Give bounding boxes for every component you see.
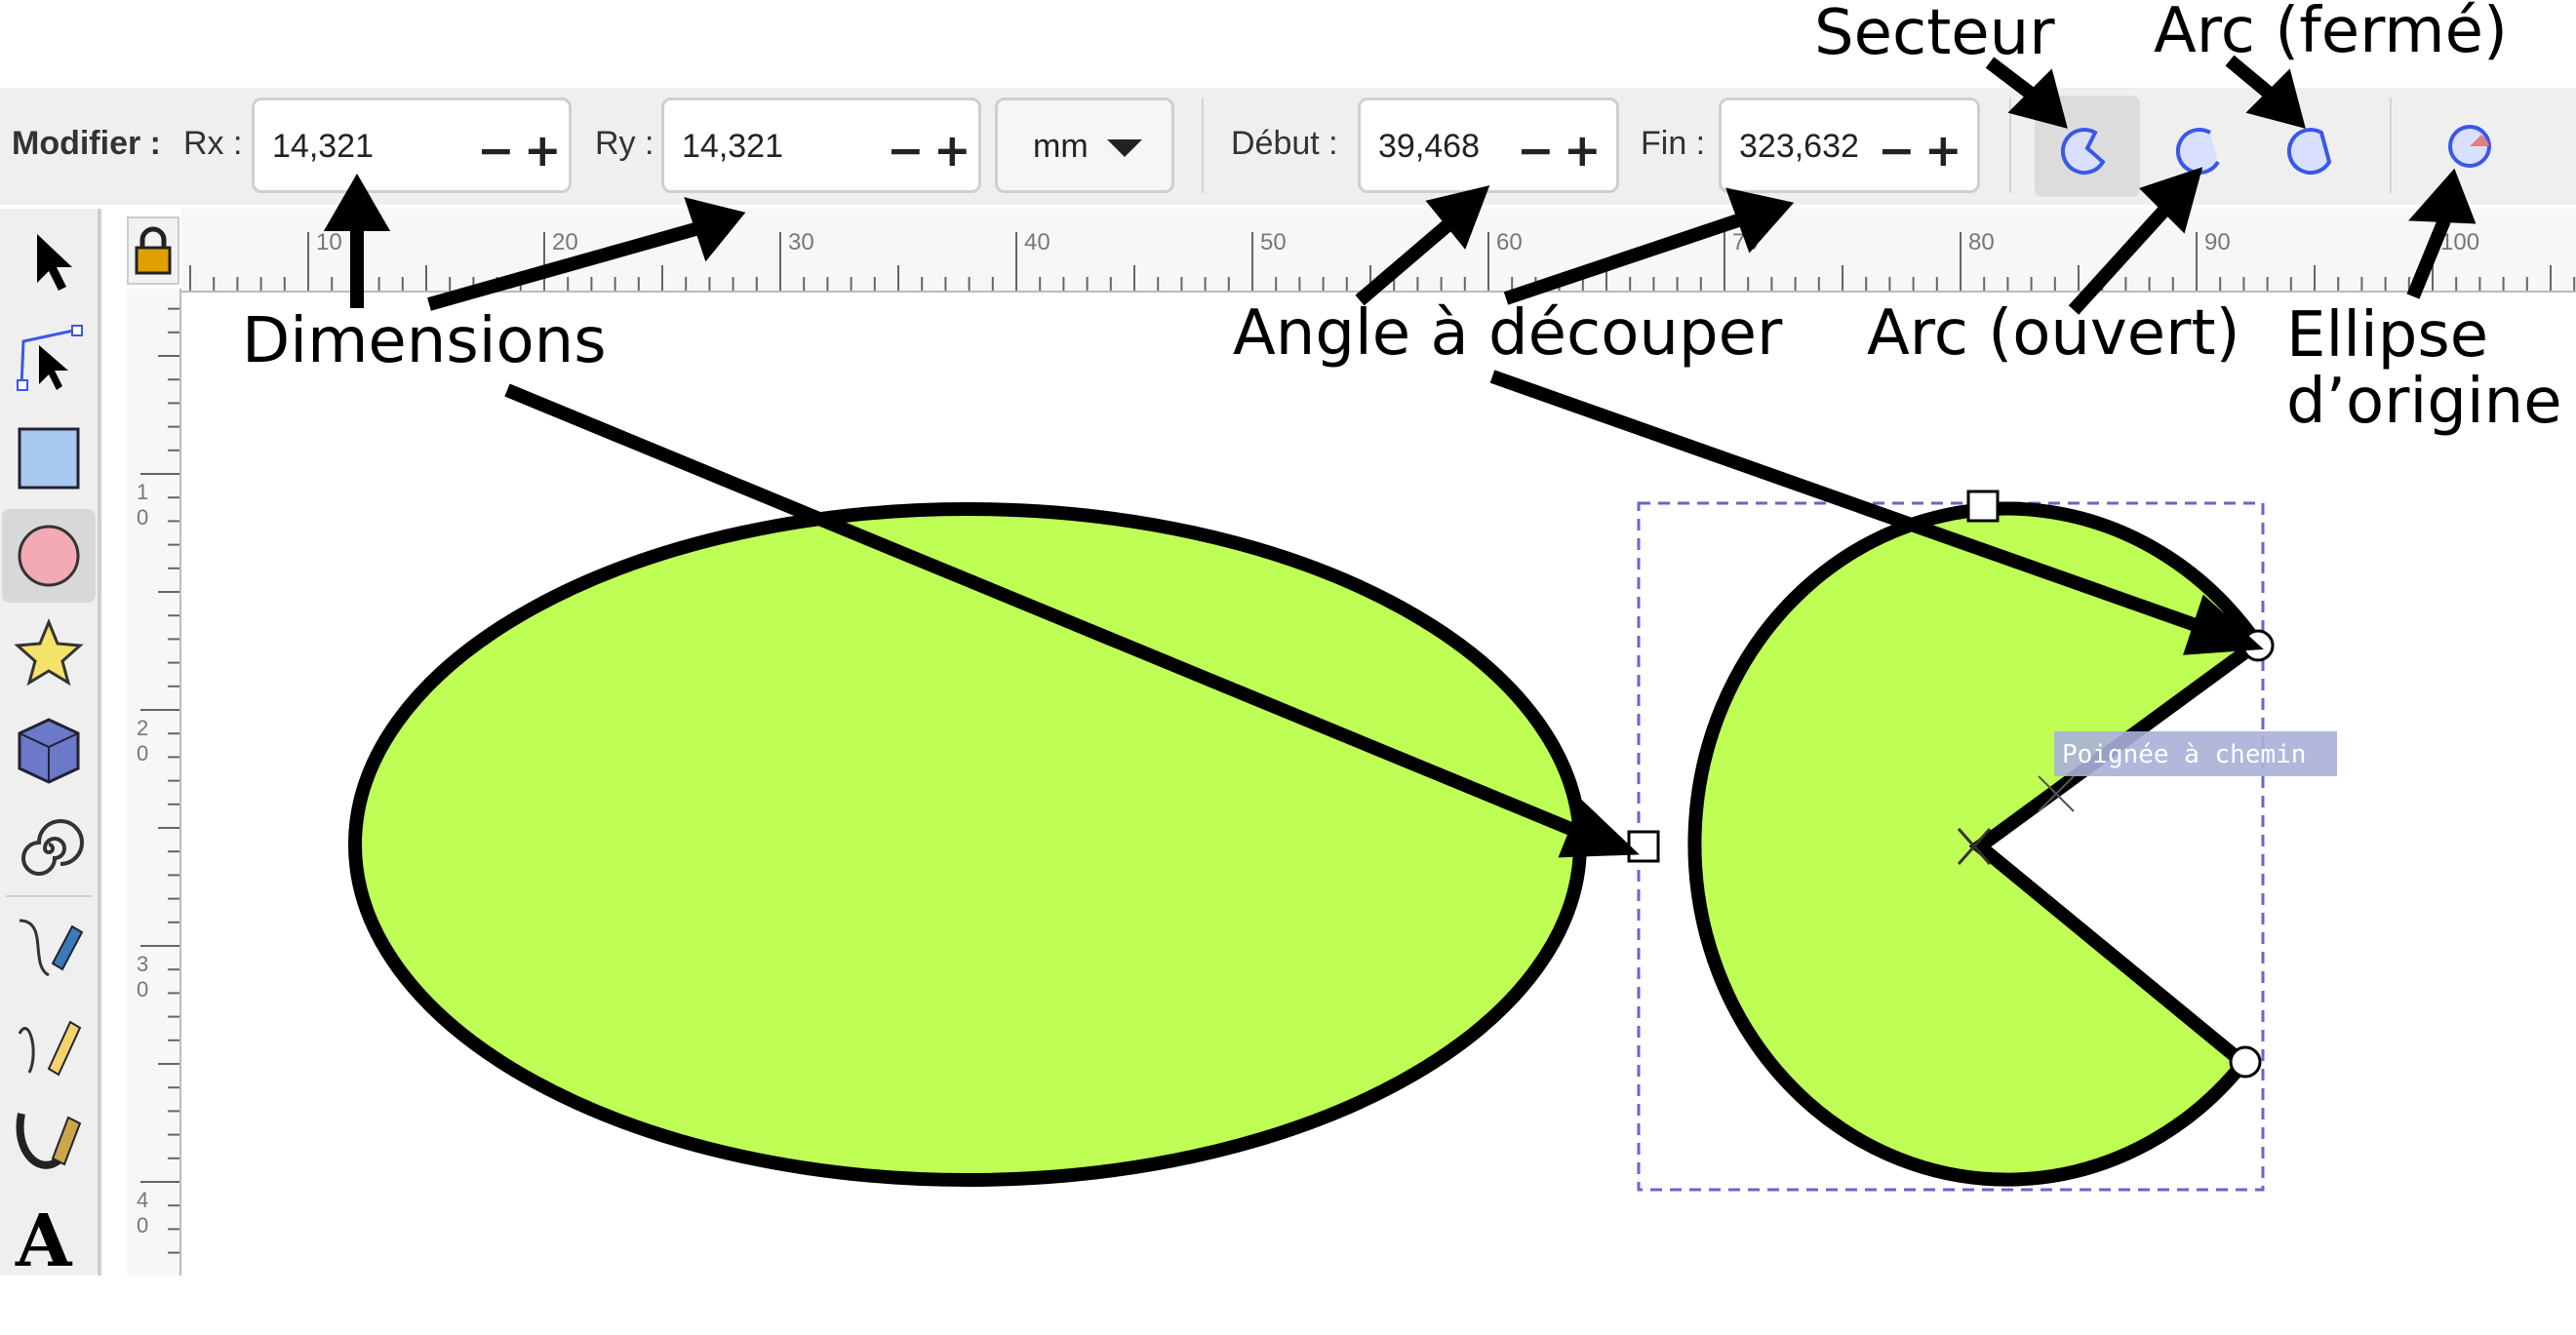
text-icon: A xyxy=(15,1199,73,1283)
box3d-icon xyxy=(18,718,80,784)
rect-icon xyxy=(18,427,80,490)
annotation-ellipse-1: Ellipse xyxy=(2286,299,2489,372)
tool-pen[interactable] xyxy=(10,907,88,985)
pencil-icon xyxy=(18,1020,82,1077)
pen-icon xyxy=(19,919,84,977)
tool-selector[interactable] xyxy=(10,222,88,300)
inkscape-window: Modifier : Rx : 14,321 − + Ry : 14,321 −… xyxy=(0,0,2576,1335)
tool-node[interactable] xyxy=(10,320,88,398)
toolbox-separator xyxy=(6,895,92,897)
annotation-arc-ouvert: Arc (ouvert) xyxy=(1867,297,2240,370)
rx-handle[interactable] xyxy=(1627,830,1660,863)
selector-icon xyxy=(37,234,72,291)
tooltip-text: Poignée à chemin xyxy=(2062,740,2306,769)
tool-rect[interactable] xyxy=(10,419,88,497)
annotation-secteur: Secteur xyxy=(1814,0,2055,69)
ellipse-icon xyxy=(18,525,80,587)
tool-pencil[interactable] xyxy=(10,1004,88,1082)
canvas[interactable]: Poignée à chemin xyxy=(0,0,2576,1335)
tool-3dbox[interactable] xyxy=(10,712,88,790)
tool-spiral[interactable] xyxy=(10,809,88,887)
svg-text:A: A xyxy=(15,1199,73,1276)
node-icon xyxy=(17,325,83,391)
annotation-angle: Angle à découper xyxy=(1233,297,1783,370)
calligraphy-icon xyxy=(16,1113,82,1169)
end-angle-handle[interactable] xyxy=(2229,1045,2262,1079)
ellipse-shape[interactable] xyxy=(348,502,1587,1187)
annotation-dimensions: Dimensions xyxy=(242,305,607,377)
star-icon xyxy=(14,618,84,687)
annotation-arc-ferme: Arc (fermé) xyxy=(2154,0,2508,67)
tool-ellipse[interactable] xyxy=(2,509,96,603)
annotation-ellipse-2: d’origine xyxy=(2286,366,2562,438)
tool-star[interactable] xyxy=(10,614,88,692)
tool-text[interactable]: A xyxy=(10,1198,88,1283)
ry-handle[interactable] xyxy=(1966,490,2000,523)
spiral-icon xyxy=(21,819,84,876)
tool-calligraphy[interactable] xyxy=(10,1102,88,1180)
